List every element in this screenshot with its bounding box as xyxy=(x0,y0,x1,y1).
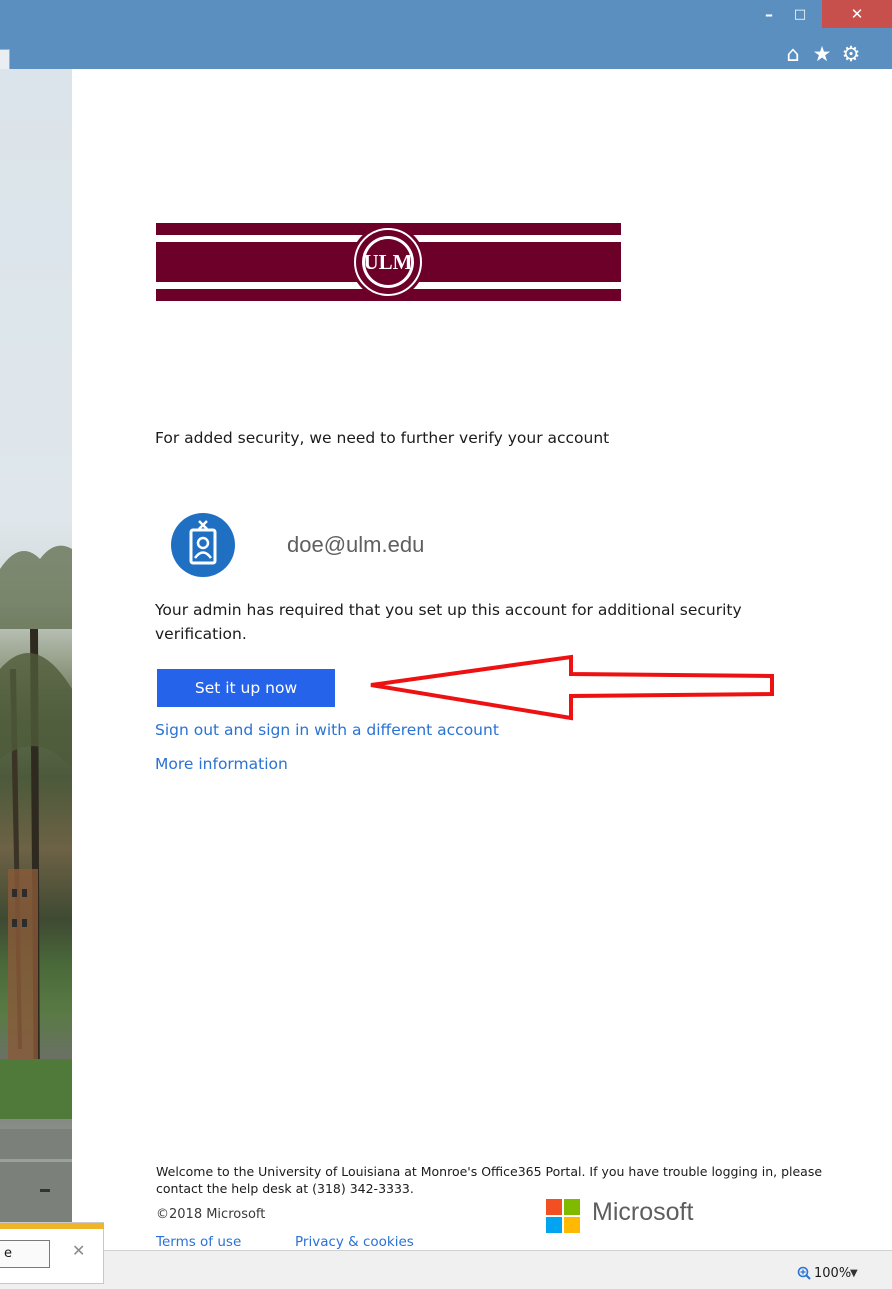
security-prompt: For added security, we need to further v… xyxy=(155,429,610,447)
red-arrow-annotation xyxy=(370,654,774,721)
close-window-button[interactable]: ✕ xyxy=(822,0,892,28)
sign-out-link[interactable]: Sign out and sign in with a different ac… xyxy=(155,721,499,739)
portal-welcome-text: Welcome to the University of Louisiana a… xyxy=(156,1164,823,1196)
notification-card: e ✕ xyxy=(0,1222,104,1284)
background-photo xyxy=(0,69,72,1250)
home-icon[interactable]: ⌂ xyxy=(780,41,806,67)
user-badge-icon xyxy=(171,513,235,577)
address-bar[interactable] xyxy=(0,49,10,71)
zoom-icon[interactable] xyxy=(797,1266,811,1280)
terms-of-use-link[interactable]: Terms of use xyxy=(156,1234,241,1250)
more-information-link[interactable]: More information xyxy=(155,755,288,773)
admin-message: Your admin has required that you set up … xyxy=(155,601,742,643)
set-it-up-now-button[interactable]: Set it up now xyxy=(157,669,335,707)
ulm-logo-banner: ULM xyxy=(156,223,621,301)
minimize-button[interactable]: – xyxy=(754,0,784,28)
zoom-level[interactable]: 100% xyxy=(814,1266,851,1281)
maximize-button[interactable]: □ xyxy=(784,0,816,28)
background-scenery xyxy=(0,545,72,1250)
notification-close-icon[interactable]: ✕ xyxy=(72,1241,85,1260)
status-bar xyxy=(0,1250,892,1289)
gear-icon[interactable]: ⚙ xyxy=(838,41,864,67)
privacy-cookies-link[interactable]: Privacy & cookies xyxy=(295,1234,414,1250)
microsoft-logo-icon xyxy=(546,1199,580,1233)
browser-window: – □ ✕ ⌂ ★ ⚙ ULM For added security, we n… xyxy=(0,0,892,1289)
zoom-dropdown-icon[interactable]: ▼ xyxy=(850,1268,858,1279)
notification-accent xyxy=(0,1223,104,1229)
favorites-icon[interactable]: ★ xyxy=(809,41,835,67)
user-email: doe@ulm.edu xyxy=(287,532,425,557)
copyright: ©2018 Microsoft xyxy=(156,1207,266,1222)
notification-action-button[interactable]: e xyxy=(0,1240,50,1268)
microsoft-wordmark: Microsoft xyxy=(592,1198,694,1226)
ulm-logo-text: ULM xyxy=(364,250,413,274)
